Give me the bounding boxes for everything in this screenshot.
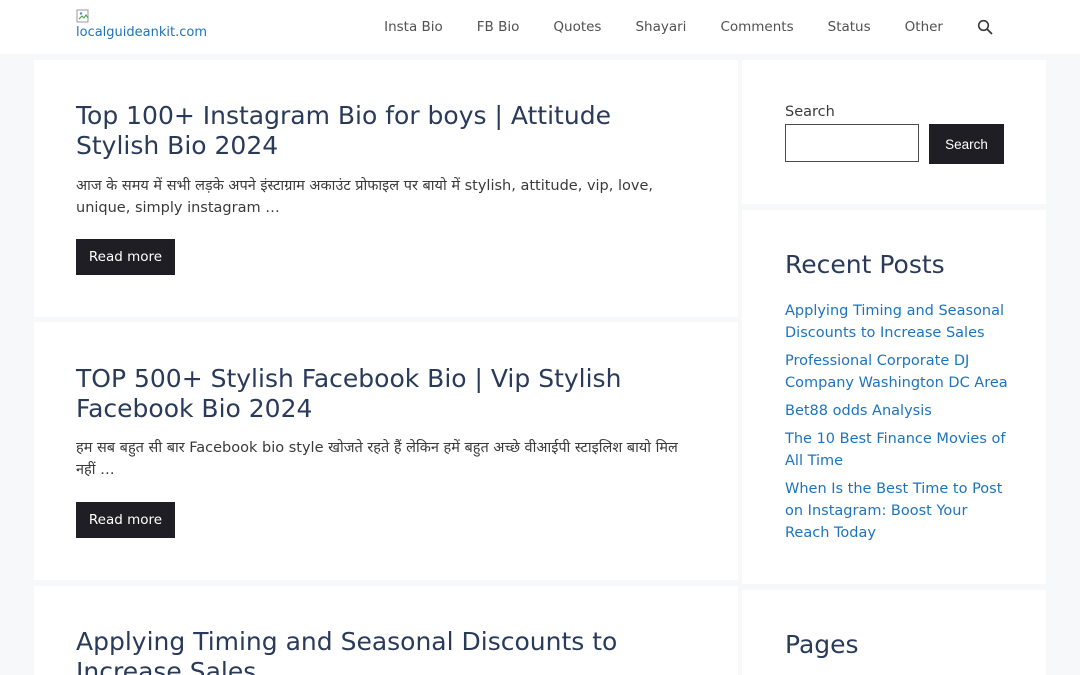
pages-widget: Pages: [742, 590, 1046, 675]
search-button[interactable]: Search: [929, 124, 1004, 164]
recent-post-link[interactable]: Bet88 odds Analysis: [785, 403, 932, 419]
main-navigation: Insta Bio FB Bio Quotes Shayari Comments…: [384, 0, 993, 54]
recent-post-link[interactable]: Professional Corporate DJ Company Washin…: [785, 353, 1008, 391]
site-logo[interactable]: localguideankit.com: [76, 9, 207, 43]
post-excerpt: हम सब बहुत सी बार Facebook bio style खोज…: [76, 440, 678, 478]
list-item: The 10 Best Finance Movies of All Time: [785, 428, 1015, 472]
recent-post-link[interactable]: The 10 Best Finance Movies of All Time: [785, 431, 1006, 469]
broken-image-icon: [76, 9, 89, 23]
read-more-button[interactable]: Read more: [76, 239, 175, 275]
nav-item-quotes[interactable]: Quotes: [553, 19, 601, 35]
post-card: Applying Timing and Seasonal Discounts t…: [34, 586, 738, 675]
nav-item-status[interactable]: Status: [828, 19, 871, 35]
list-item: Bet88 odds Analysis: [785, 400, 1015, 422]
post-title[interactable]: Top 100+ Instagram Bio for boys | Attitu…: [76, 101, 698, 161]
post-title[interactable]: Applying Timing and Seasonal Discounts t…: [76, 627, 698, 675]
search-widget: Search Search: [742, 60, 1046, 204]
list-item: Applying Timing and Seasonal Discounts t…: [785, 300, 1015, 344]
list-item: When Is the Best Time to Post on Instagr…: [785, 478, 1015, 544]
post-card: Top 100+ Instagram Bio for boys | Attitu…: [34, 60, 738, 317]
recent-post-link[interactable]: When Is the Best Time to Post on Instagr…: [785, 481, 1002, 541]
list-item: Professional Corporate DJ Company Washin…: [785, 350, 1015, 394]
recent-posts-title: Recent Posts: [785, 250, 945, 279]
search-input[interactable]: [785, 124, 919, 162]
nav-item-insta-bio[interactable]: Insta Bio: [384, 19, 443, 35]
post-card: TOP 500+ Stylish Facebook Bio | Vip Styl…: [34, 322, 738, 580]
recent-posts-widget: Recent Posts Applying Timing and Seasona…: [742, 210, 1046, 584]
search-label: Search: [785, 104, 835, 120]
recent-posts-list: Applying Timing and Seasonal Discounts t…: [785, 300, 1015, 550]
search-icon[interactable]: [977, 19, 993, 35]
post-title[interactable]: TOP 500+ Stylish Facebook Bio | Vip Styl…: [76, 364, 698, 424]
logo-alt-text[interactable]: localguideankit.com: [76, 25, 207, 40]
nav-item-fb-bio[interactable]: FB Bio: [477, 19, 520, 35]
nav-item-other[interactable]: Other: [905, 19, 943, 35]
pages-title: Pages: [785, 630, 859, 659]
recent-post-link[interactable]: Applying Timing and Seasonal Discounts t…: [785, 303, 1004, 341]
nav-item-shayari[interactable]: Shayari: [635, 19, 686, 35]
post-excerpt: आज के समय में सभी लड़के अपने इंस्टाग्राम…: [76, 178, 653, 216]
read-more-button[interactable]: Read more: [76, 502, 175, 538]
nav-item-comments[interactable]: Comments: [720, 19, 793, 35]
site-header: localguideankit.com Insta Bio FB Bio Quo…: [0, 0, 1080, 54]
